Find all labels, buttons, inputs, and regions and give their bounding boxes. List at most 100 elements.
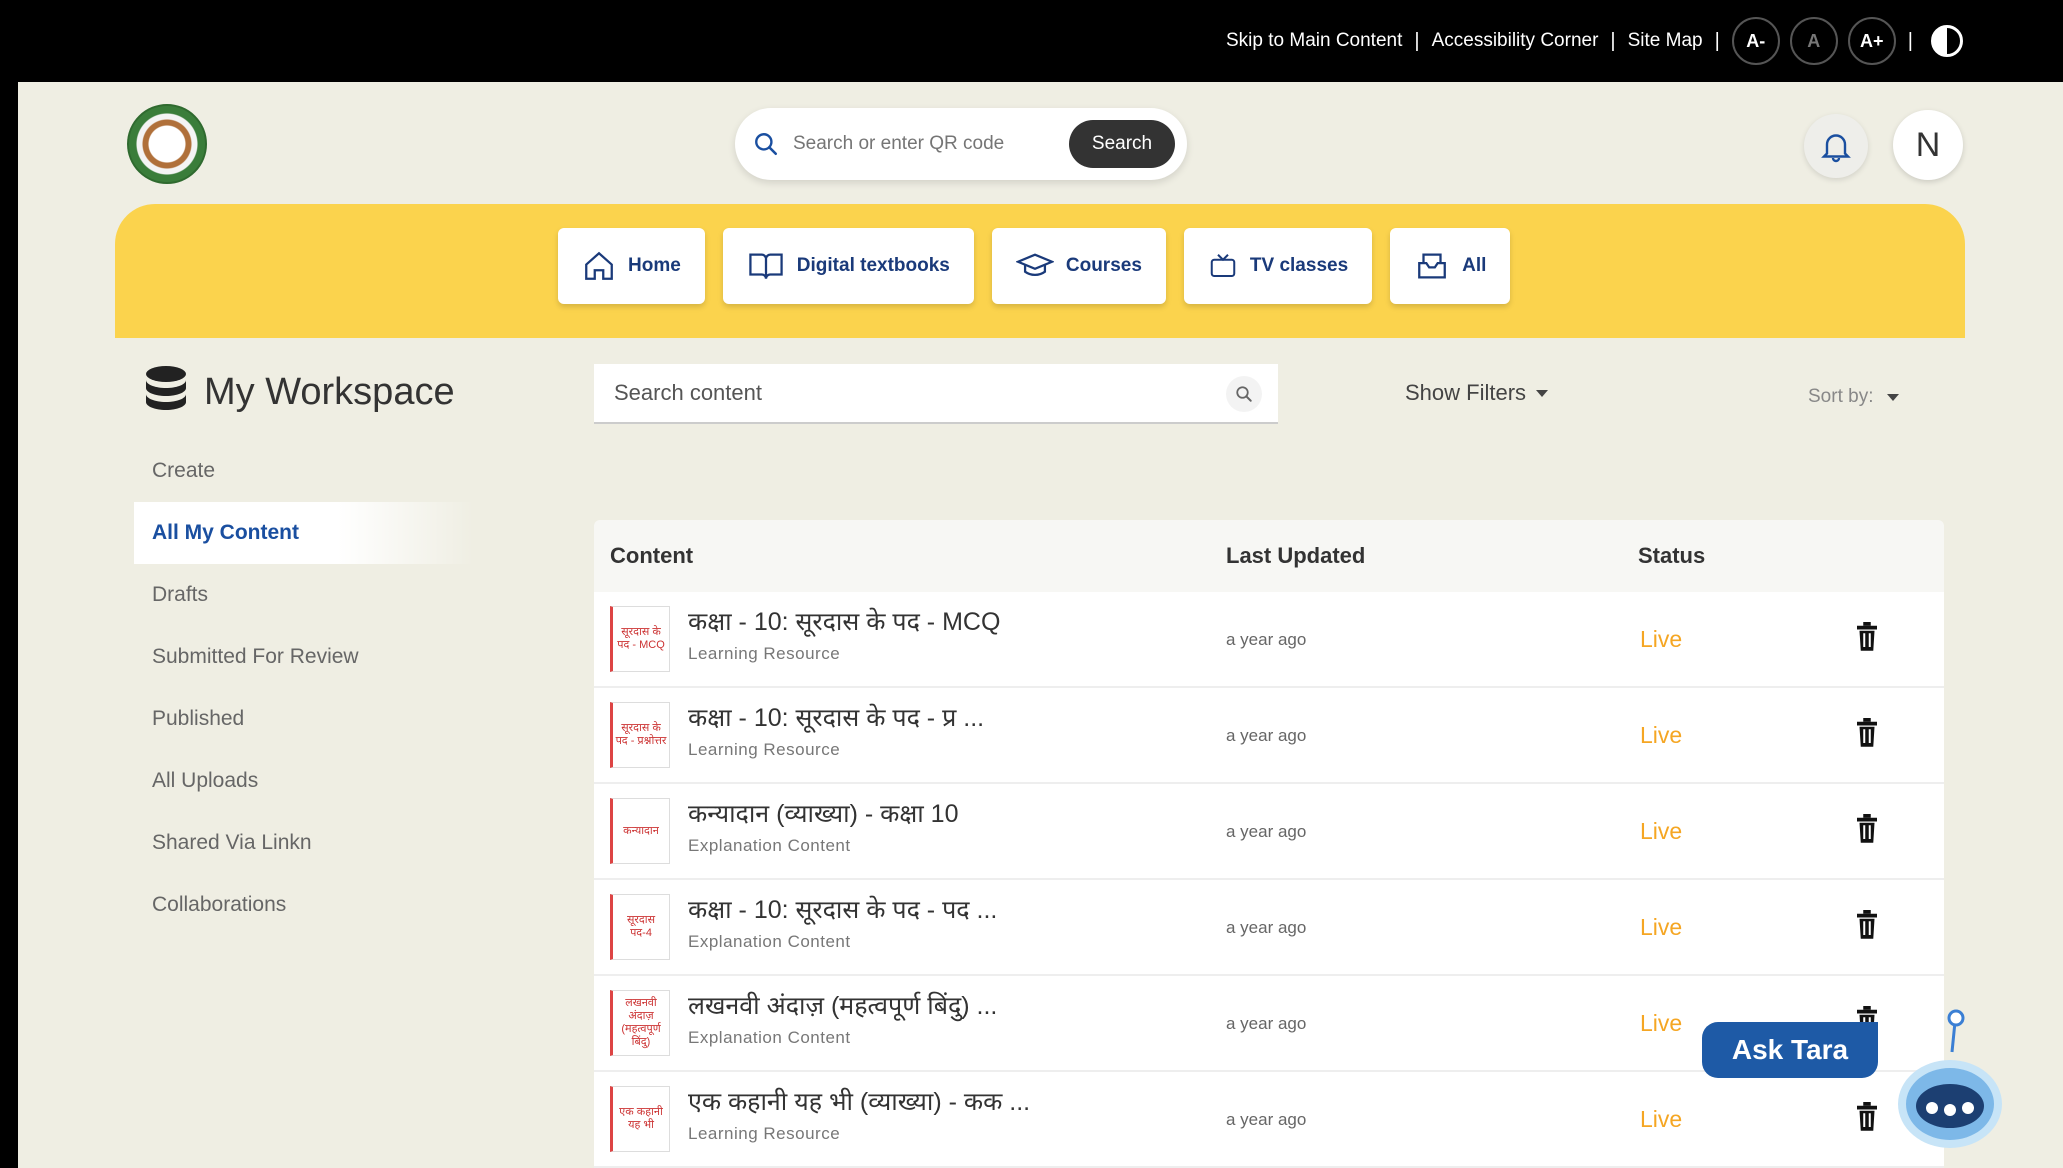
- search-icon: [1236, 386, 1252, 402]
- font-decrease-button[interactable]: A-: [1731, 17, 1780, 65]
- content-title[interactable]: लखनवी अंदाज़ (महत्वपूर्ण बिंदु) ...: [688, 988, 997, 1022]
- content-title[interactable]: कक्षा - 10: सूरदास के पद - MCQ: [688, 604, 1000, 638]
- nav-label: Courses: [1065, 255, 1142, 276]
- content-thumbnail[interactable]: सूरदास पद-4: [610, 894, 670, 960]
- table-row[interactable]: सूरदास के पद - MCQ कक्षा - 10: सूरदास के …: [594, 592, 1944, 688]
- content-search-placeholder: Search content: [614, 380, 762, 405]
- global-search-input[interactable]: [793, 133, 1063, 155]
- content-type: Explanation Content: [688, 932, 851, 951]
- trash-icon: [1857, 622, 1877, 651]
- content-thumbnail[interactable]: लखनवी अंदाज़ (महत्वपूर्ण बिंदु): [610, 990, 670, 1056]
- nav-tv-classes[interactable]: TV classes: [1183, 228, 1373, 304]
- inbox-icon: [1418, 253, 1447, 279]
- font-normal-button[interactable]: A: [1789, 17, 1838, 65]
- trash-icon: [1857, 910, 1877, 939]
- notifications-button[interactable]: [1804, 114, 1868, 178]
- workspace-sidebar: Create All My Content Drafts Submitted F…: [134, 440, 474, 936]
- status-badge: Live: [1640, 722, 1683, 748]
- delete-button[interactable]: [1854, 1102, 1880, 1137]
- top-accessibility-bar: Skip to Main Content | Accessibility Cor…: [0, 0, 2063, 82]
- last-updated: a year ago: [1226, 726, 1307, 745]
- content-title[interactable]: कक्षा - 10: सूरदास के पद - प्र ...: [688, 700, 984, 734]
- content-type: Learning Resource: [688, 1124, 841, 1143]
- state-emblem-logo[interactable]: [127, 104, 207, 184]
- delete-button[interactable]: [1854, 622, 1880, 657]
- user-avatar[interactable]: N: [1893, 110, 1963, 180]
- left-border: [0, 82, 18, 1168]
- sort-by-dropdown[interactable]: Sort by:: [1808, 386, 1900, 408]
- column-header-content: Content: [610, 543, 694, 568]
- last-updated: a year ago: [1226, 918, 1307, 937]
- content-title[interactable]: कक्षा - 10: सूरदास के पद - पद ...: [688, 892, 997, 926]
- nav-label: Digital textbooks: [796, 255, 950, 276]
- contrast-toggle-icon[interactable]: [1931, 25, 1963, 57]
- table-row[interactable]: सूरदास के पद - प्रश्नोत्तर कक्षा - 10: सू…: [594, 688, 1944, 784]
- content-thumbnail[interactable]: सूरदास के पद - MCQ: [610, 606, 670, 672]
- content-type: Explanation Content: [688, 836, 851, 855]
- global-search-bar: Search: [735, 108, 1187, 180]
- sidebar-item-all-uploads[interactable]: All Uploads: [134, 750, 474, 812]
- delete-button[interactable]: [1854, 718, 1880, 753]
- ask-tara-button[interactable]: Ask Tara: [1702, 1022, 1878, 1078]
- delete-button[interactable]: [1854, 814, 1880, 849]
- last-updated: a year ago: [1226, 630, 1307, 649]
- status-badge: Live: [1640, 914, 1683, 940]
- content-thumbnail[interactable]: सूरदास के पद - प्रश्नोत्तर: [610, 702, 670, 768]
- content-thumbnail[interactable]: एक कहानी यह भी: [610, 1086, 670, 1152]
- sidebar-item-drafts[interactable]: Drafts: [134, 564, 474, 626]
- book-icon: [749, 253, 783, 279]
- caret-down-icon: [1887, 393, 1900, 401]
- nav-courses[interactable]: Courses: [991, 228, 1166, 304]
- content-title[interactable]: एक कहानी यह भी (व्याख्या) - कक ...: [688, 1084, 1030, 1118]
- delete-button[interactable]: [1854, 910, 1880, 945]
- status-badge: Live: [1640, 1010, 1683, 1036]
- nav-digital-textbooks[interactable]: Digital textbooks: [722, 228, 974, 304]
- content-type: Learning Resource: [688, 644, 841, 663]
- site-map-link[interactable]: Site Map: [1628, 30, 1703, 52]
- font-increase-button[interactable]: A+: [1847, 17, 1896, 65]
- content-title[interactable]: कन्यादान (व्याख्या) - कक्षा 10: [688, 796, 958, 830]
- robot-assistant-icon[interactable]: [1890, 1004, 2010, 1154]
- status-badge: Live: [1640, 1106, 1683, 1132]
- column-header-status: Status: [1638, 543, 1706, 568]
- tv-icon: [1210, 254, 1236, 277]
- content-search-field[interactable]: Search content: [594, 364, 1278, 424]
- nav-all[interactable]: All: [1390, 228, 1511, 304]
- page-title: My Workspace: [204, 370, 455, 413]
- content-search-button[interactable]: [1226, 376, 1262, 412]
- sidebar-item-published[interactable]: Published: [134, 688, 474, 750]
- trash-icon: [1857, 1102, 1877, 1131]
- nav-home[interactable]: Home: [558, 228, 705, 304]
- caret-down-icon: [1536, 389, 1549, 397]
- trash-icon: [1857, 814, 1877, 843]
- bell-icon: [1821, 134, 1851, 163]
- workspace-header: My Workspace: [142, 364, 455, 420]
- sidebar-item-all-my-content[interactable]: All My Content: [134, 502, 474, 564]
- trash-icon: [1857, 718, 1877, 747]
- status-badge: Live: [1640, 818, 1683, 844]
- content-type: Learning Resource: [688, 740, 841, 759]
- nav-label: TV classes: [1249, 255, 1349, 276]
- search-button[interactable]: Search: [1069, 120, 1175, 168]
- sidebar-item-collaborations[interactable]: Collaborations: [134, 874, 474, 936]
- sidebar-item-shared-via-link[interactable]: Shared Via Linkn: [134, 812, 474, 874]
- sidebar-item-submitted-for-review[interactable]: Submitted For Review: [134, 626, 474, 688]
- sidebar-item-create[interactable]: Create: [134, 440, 474, 502]
- table-body: सूरदास के पद - MCQ कक्षा - 10: सूरदास के …: [594, 592, 1944, 1168]
- column-header-last-updated: Last Updated: [1226, 543, 1366, 568]
- last-updated: a year ago: [1226, 822, 1307, 841]
- graduation-cap-icon: [1015, 253, 1054, 276]
- accessibility-corner-link[interactable]: Accessibility Corner: [1432, 30, 1599, 52]
- home-icon: [585, 251, 613, 280]
- separator: |: [1714, 29, 1720, 52]
- table-header: Content Last Updated Status: [594, 520, 1944, 592]
- table-row[interactable]: कन्यादान कन्यादान (व्याख्या) - कक्षा 10 Ex…: [594, 784, 1944, 880]
- separator: |: [1610, 29, 1616, 52]
- table-row[interactable]: एक कहानी यह भी एक कहानी यह भी (व्याख्या) …: [594, 1072, 1944, 1168]
- skip-to-main-link[interactable]: Skip to Main Content: [1226, 30, 1402, 52]
- show-filters-toggle[interactable]: Show Filters: [1405, 380, 1549, 406]
- sort-by-label: Sort by:: [1808, 386, 1874, 407]
- status-badge: Live: [1640, 626, 1683, 652]
- content-thumbnail[interactable]: कन्यादान: [610, 798, 670, 864]
- table-row[interactable]: सूरदास पद-4 कक्षा - 10: सूरदास के पद - पद…: [594, 880, 1944, 976]
